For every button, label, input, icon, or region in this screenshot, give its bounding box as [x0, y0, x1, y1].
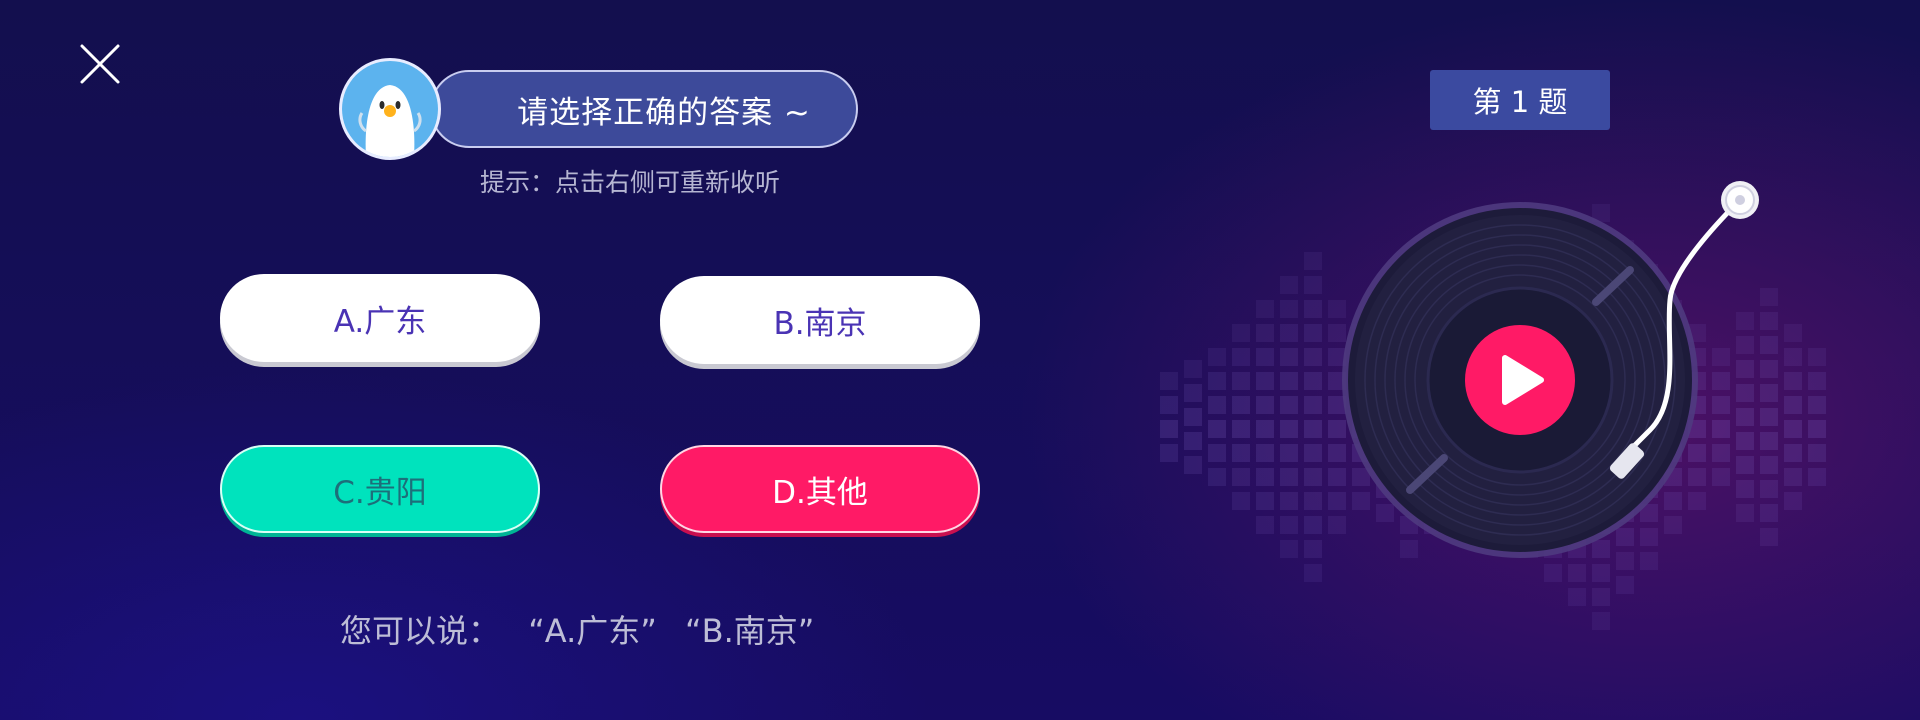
voice-example: “B.南京” [685, 612, 815, 650]
equalizer-cell [1232, 468, 1250, 486]
voice-command-hint: 您可以说： “A.广东” “B.南京” [340, 606, 880, 652]
equalizer-cell [1184, 432, 1202, 450]
equalizer-cell [1592, 588, 1610, 606]
equalizer-cell [1256, 444, 1274, 462]
equalizer-cell [1256, 468, 1274, 486]
equalizer-cell [1184, 456, 1202, 474]
equalizer-cell [1160, 444, 1178, 462]
equalizer-cell [1232, 372, 1250, 390]
equalizer-cell [1208, 468, 1226, 486]
equalizer-cell [1280, 420, 1298, 438]
equalizer-cell [1232, 444, 1250, 462]
equalizer-cell [1184, 384, 1202, 402]
question-number-label: 第 1 题 [1472, 85, 1568, 119]
equalizer-cell [1280, 300, 1298, 318]
equalizer-cell [1256, 492, 1274, 510]
option-d-button[interactable]: D.其他 [660, 445, 980, 533]
option-c-button[interactable]: C.贵阳 [220, 445, 540, 533]
option-b-button[interactable]: B.南京 [660, 276, 980, 364]
play-icon [1502, 355, 1544, 405]
equalizer-cell [1232, 348, 1250, 366]
equalizer-cell [1208, 420, 1226, 438]
replay-hint: 提示：点击右侧可重新收听 [479, 168, 780, 197]
voice-example: “A.广东” [528, 612, 657, 650]
equalizer-cell [1280, 348, 1298, 366]
equalizer-cell [1256, 348, 1274, 366]
equalizer-cell [1280, 540, 1298, 558]
option-a-button[interactable]: A.广东 [220, 274, 540, 362]
equalizer-cell [1280, 324, 1298, 342]
mascot-avatar [339, 58, 441, 160]
mascot-icon [342, 61, 438, 157]
equalizer-cell [1280, 468, 1298, 486]
equalizer-cell [1232, 324, 1250, 342]
equalizer-cell [1208, 396, 1226, 414]
equalizer-cell [1280, 372, 1298, 390]
equalizer-cell [1208, 444, 1226, 462]
voice-hint-prefix: 您可以说： [340, 612, 501, 650]
equalizer-cell [1280, 276, 1298, 294]
equalizer-cell [1232, 492, 1250, 510]
equalizer-cell [1280, 492, 1298, 510]
equalizer-cell [1256, 420, 1274, 438]
equalizer-cell [1592, 612, 1610, 630]
prompt-title: 请选择正确的答案 ~ [517, 94, 811, 131]
equalizer-cell [1256, 396, 1274, 414]
equalizer-cell [1208, 372, 1226, 390]
equalizer-cell [1232, 396, 1250, 414]
prompt-banner: 请选择正确的答案 ~ [430, 70, 858, 148]
equalizer-cell [1568, 588, 1586, 606]
equalizer-cell [1184, 360, 1202, 378]
equalizer-cell [1160, 372, 1178, 390]
equalizer-cell [1280, 396, 1298, 414]
equalizer-cell [1160, 420, 1178, 438]
equalizer-cell [1280, 516, 1298, 534]
equalizer-cell [1232, 420, 1250, 438]
equalizer-cell [1256, 516, 1274, 534]
equalizer-cell [1184, 408, 1202, 426]
equalizer-cell [1256, 372, 1274, 390]
equalizer-cell [1256, 300, 1274, 318]
equalizer-cell [1280, 444, 1298, 462]
equalizer-cell [1256, 324, 1274, 342]
equalizer-cell [1208, 348, 1226, 366]
question-number-badge: 第 1 题 [1430, 70, 1610, 130]
close-button[interactable] [78, 42, 122, 86]
close-icon [80, 44, 120, 84]
equalizer-cell [1160, 396, 1178, 414]
play-button[interactable] [1465, 325, 1575, 435]
